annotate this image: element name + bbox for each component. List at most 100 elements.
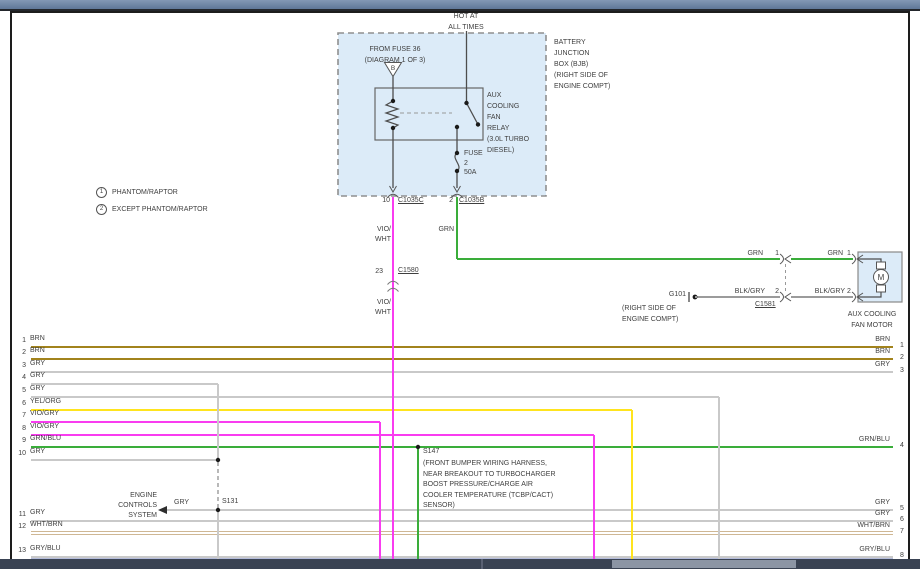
label-line: (RIGHT SIDE OF <box>622 303 678 314</box>
pin-number: 2 <box>772 288 779 296</box>
label-line: DIESEL) <box>487 145 529 156</box>
splice-name-s131: S131 <box>222 498 238 506</box>
wire-label-vio-wht: VIO/WHT <box>361 298 391 318</box>
label-line: AUX <box>487 90 529 101</box>
label-line: CONTROLS <box>95 501 157 511</box>
pin-number: 2 <box>847 288 854 296</box>
connector-arrow-icon <box>785 293 791 301</box>
label-line: 2 <box>464 159 483 169</box>
connector-name-c1035b: C1035B <box>459 197 484 205</box>
junction-dot <box>216 508 220 512</box>
label-line: COOLING <box>487 101 529 112</box>
connector-socket-icon <box>780 292 784 302</box>
pin-number: 23 <box>367 268 383 276</box>
bus-row-number-left: 6 <box>10 400 26 408</box>
bus-wire-label-left: BRN <box>30 347 45 355</box>
bus-row-number-left: 10 <box>10 450 26 458</box>
bus-wire-label-left: GRY <box>30 385 45 393</box>
bus-wire-label-right: BRN <box>790 336 890 344</box>
label-line: BATTERY <box>554 37 610 48</box>
relay-label: AUXCOOLINGFANRELAY(3.0L TURBODIESEL) <box>487 90 529 156</box>
bus-wire-label-right: GRN/BLU <box>790 436 890 444</box>
label-line: (FRONT BUMPER WIRING HARNESS, <box>423 459 556 470</box>
pin-number: 10 <box>374 197 390 205</box>
label-line: ENGINE COMPT) <box>622 314 678 325</box>
bus-row-number-right: 4 <box>900 442 910 450</box>
junction-dot <box>391 126 395 130</box>
label-line: HOT AT <box>431 12 501 23</box>
bus-row-number-right: 2 <box>900 354 910 362</box>
junction-dot <box>416 445 420 449</box>
label-line: COOLER TEMPERATURE (TCBP/CACT) <box>423 491 556 502</box>
label-line: 50A <box>464 168 483 178</box>
label-line: ENGINE COMPT) <box>554 81 610 92</box>
bus-row-number-right: 1 <box>900 342 910 350</box>
bjb-label: BATTERYJUNCTIONBOX (BJB)(RIGHT SIDE OFEN… <box>554 37 610 92</box>
label-line: FAN <box>487 112 529 123</box>
ground-name-g101: G101 <box>656 291 686 299</box>
fuse-label: FUSE250A <box>464 149 483 178</box>
legend-label: PHANTOM/RAPTOR <box>112 189 178 197</box>
bus-wire-label-left: GRY/BLU <box>30 545 61 553</box>
label-line: FUSE <box>464 149 483 159</box>
bus-row-number-left: 13 <box>10 547 26 555</box>
junction-dot <box>391 99 395 103</box>
bus-row-number-right: 5 <box>900 505 910 513</box>
legend-circled-number: 2 <box>96 204 107 215</box>
label-line: AUX COOLING <box>824 309 920 320</box>
label-line: FAN MOTOR <box>824 320 920 331</box>
triangle-letter: B <box>391 65 395 72</box>
junction-dot <box>455 125 459 129</box>
wire-label-grn: GRN <box>813 250 843 258</box>
label-line: NEAR BREAKOUT TO TURBOCHARGER <box>423 470 556 481</box>
bus-row-number-left: 11 <box>10 511 26 519</box>
label-line: (RIGHT SIDE OF <box>554 70 610 81</box>
wire-label-grn: GRN <box>733 250 763 258</box>
bus-row-number-left: 9 <box>10 437 26 445</box>
bus-wire-label-left: VIO/GRY <box>30 410 59 418</box>
bus-row-number-right: 7 <box>900 528 910 536</box>
horizontal-scrollbar[interactable] <box>0 559 920 569</box>
bus-row-number-left: 7 <box>10 412 26 420</box>
connector-socket-icon <box>780 254 784 264</box>
connector-name-c1035c: C1035C <box>398 197 424 205</box>
motor-letter: M <box>878 273 885 282</box>
from-fuse-label: FROM FUSE 36(DIAGRAM 1 OF 3) <box>347 44 443 66</box>
engine-controls-arrow-icon <box>158 506 167 514</box>
bus-row-number-right: 3 <box>900 367 910 375</box>
label-line: WHT <box>361 235 391 245</box>
scrollbar-thumb[interactable] <box>612 560 796 568</box>
motor-terminal <box>877 285 886 292</box>
label-line: ENGINE <box>95 491 157 501</box>
connector-name-c1580: C1580 <box>398 267 419 275</box>
fan-motor-label: AUX COOLINGFAN MOTOR <box>824 309 920 331</box>
ground-location-label: (RIGHT SIDE OFENGINE COMPT) <box>622 303 678 325</box>
pin-number: 1 <box>847 250 854 258</box>
bus-wire-label-right: WHT/BRN <box>790 522 890 530</box>
bus-wire-label-right: GRY/BLU <box>790 546 890 554</box>
wire-label-grn: GRN <box>424 226 454 234</box>
label-line: VIO/ <box>361 298 391 308</box>
label-line: JUNCTION <box>554 48 610 59</box>
junction-dot <box>455 169 459 173</box>
label-line: (3.0L TURBO <box>487 134 529 145</box>
label-line: BOX (BJB) <box>554 59 610 70</box>
bus-row-number-left: 4 <box>10 374 26 382</box>
junction-dot <box>455 151 459 155</box>
wire-label-vio-wht: VIO/WHT <box>361 225 391 245</box>
junction-dot <box>464 101 468 105</box>
wire-label-blkgry: BLK/GRY <box>725 288 765 296</box>
hot-at-all-times-label: HOT ATALL TIMES <box>431 12 501 33</box>
junction-dot <box>476 122 480 126</box>
pin-number: 1 <box>772 250 779 258</box>
bus-wire-label-left: GRY <box>30 509 45 517</box>
engine-controls-system-label: ENGINECONTROLSSYSTEM <box>95 491 157 521</box>
connector-arrow-icon <box>785 255 791 263</box>
label-line: SYSTEM <box>95 511 157 521</box>
bus-row-number-left: 8 <box>10 425 26 433</box>
wire-label-blkgry: BLK/GRY <box>805 288 845 296</box>
legend-label: EXCEPT PHANTOM/RAPTOR <box>112 206 208 214</box>
bus-wire-label-right: GRY <box>790 510 890 518</box>
label-line: WHT <box>361 308 391 318</box>
pin-number: 2 <box>437 197 453 205</box>
